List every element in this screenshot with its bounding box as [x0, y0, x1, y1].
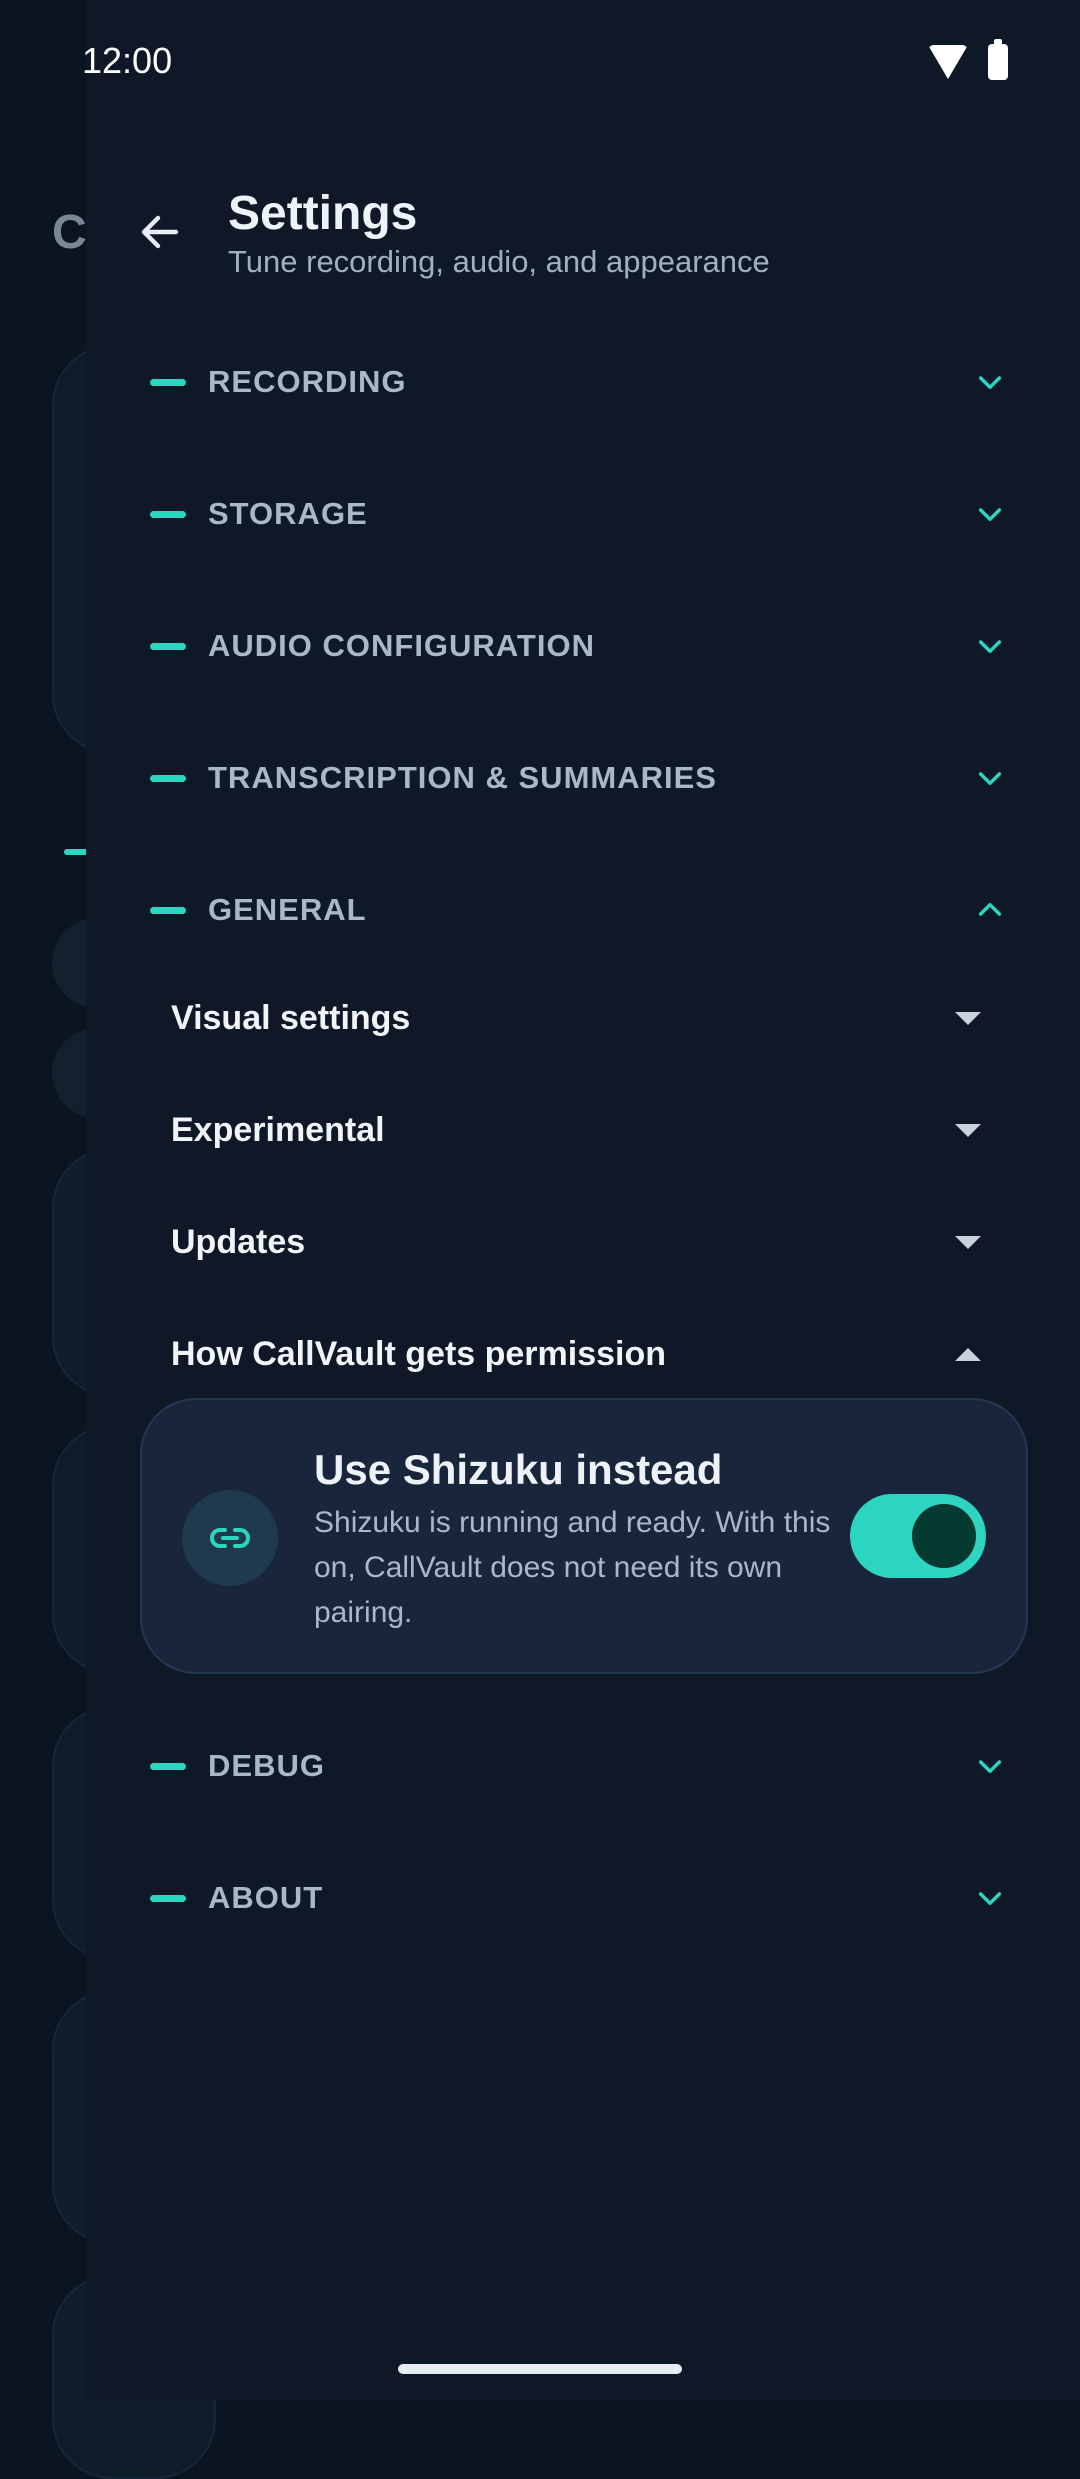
caret-down-icon — [955, 1235, 981, 1249]
shizuku-title: Use Shizuku instead — [314, 1446, 723, 1493]
shizuku-description: Shizuku is running and ready. With this … — [314, 1506, 831, 1629]
shizuku-toggle[interactable] — [850, 1494, 986, 1578]
chevron-up-icon — [970, 890, 1010, 930]
shizuku-card: Use Shizuku instead Shizuku is running a… — [140, 1398, 1028, 1674]
page-title: Settings — [228, 187, 418, 240]
section-dash — [150, 510, 186, 518]
section-dash — [150, 1762, 186, 1770]
subsection-experimental[interactable]: Experimental — [171, 1090, 991, 1170]
back-button[interactable] — [128, 200, 192, 264]
background-title-fragment: C — [52, 206, 87, 259]
section-dash — [150, 1894, 186, 1902]
section-label: GENERAL — [208, 892, 367, 927]
section-audio-configuration[interactable]: AUDIO CONFIGURATION — [150, 606, 1010, 686]
subsection-updates[interactable]: Updates — [171, 1202, 991, 1282]
subsection-label: Updates — [171, 1222, 306, 1261]
section-transcription[interactable]: TRANSCRIPTION & SUMMARIES — [150, 738, 1010, 818]
chevron-down-icon — [970, 1746, 1010, 1786]
status-icons — [928, 39, 1008, 80]
chevron-down-icon — [970, 1878, 1010, 1918]
chevron-down-icon — [970, 758, 1010, 798]
home-indicator[interactable] — [398, 2364, 682, 2374]
section-dash — [150, 774, 186, 782]
chevron-down-icon — [970, 626, 1010, 666]
section-label: TRANSCRIPTION & SUMMARIES — [208, 760, 717, 795]
arrow-left-icon — [141, 215, 179, 249]
battery-icon — [988, 39, 1008, 80]
subsection-visual-settings[interactable]: Visual settings — [171, 978, 991, 1058]
section-dash — [150, 378, 186, 386]
section-label: DEBUG — [208, 1748, 325, 1783]
caret-down-icon — [955, 1011, 981, 1025]
link-icon — [182, 1490, 278, 1586]
section-general[interactable]: GENERAL — [150, 870, 1010, 950]
subsection-label: How CallVault gets permission — [171, 1334, 667, 1373]
status-time: 12:00 — [82, 40, 173, 81]
section-label: ABOUT — [208, 1880, 324, 1915]
section-about[interactable]: ABOUT — [150, 1858, 1010, 1938]
subsection-label: Visual settings — [171, 998, 411, 1037]
section-dash — [150, 642, 186, 650]
section-debug[interactable]: DEBUG — [150, 1726, 1010, 1806]
section-label: AUDIO CONFIGURATION — [208, 628, 595, 663]
wifi-icon — [928, 45, 968, 79]
subsection-label: Experimental — [171, 1110, 385, 1149]
toggle-knob — [912, 1504, 976, 1568]
subsection-permission[interactable]: How CallVault gets permission — [171, 1314, 991, 1394]
section-dash — [150, 906, 186, 914]
section-storage[interactable]: STORAGE — [150, 474, 1010, 554]
chevron-down-icon — [970, 362, 1010, 402]
chevron-down-icon — [970, 494, 1010, 534]
caret-up-icon — [955, 1347, 981, 1361]
caret-down-icon — [955, 1123, 981, 1137]
section-recording[interactable]: RECORDING — [150, 342, 1010, 422]
section-label: RECORDING — [208, 364, 407, 399]
section-label: STORAGE — [208, 496, 368, 531]
page-subtitle: Tune recording, audio, and appearance — [228, 244, 770, 279]
